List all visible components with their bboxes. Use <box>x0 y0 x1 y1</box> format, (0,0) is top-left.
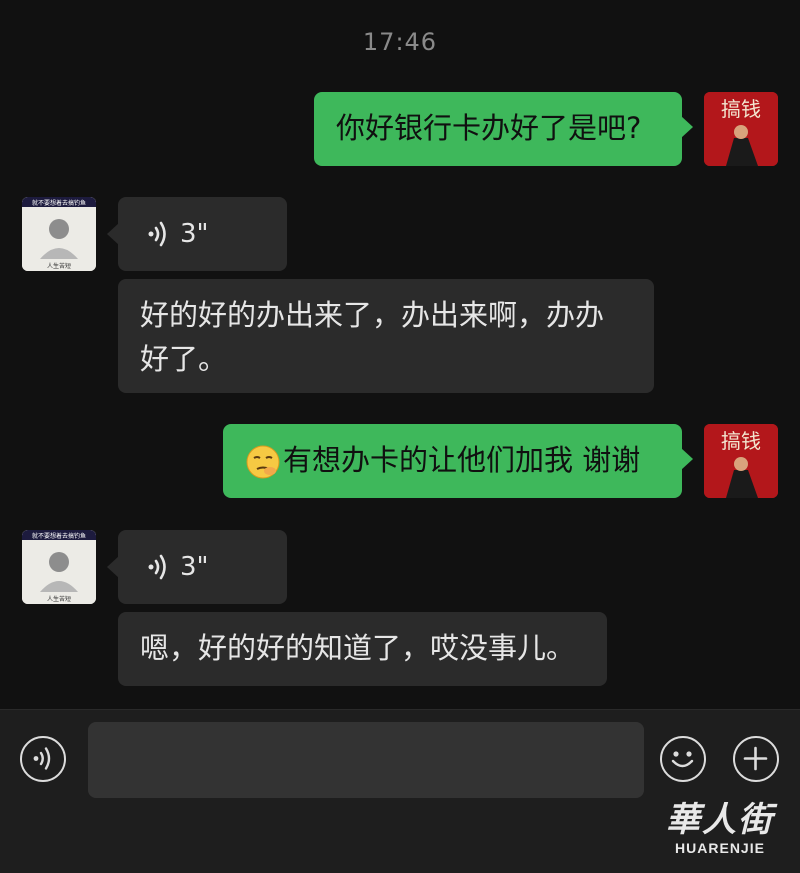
more-button[interactable] <box>733 736 779 782</box>
contact-avatar-image: 就不要想着去搞钓鱼 人生苦短 <box>22 197 96 271</box>
voice-message-bubble[interactable]: 3" <box>107 530 287 604</box>
voice-duration: 3" <box>180 552 209 582</box>
watermark-cn: 華人街 <box>666 800 774 840</box>
voice-message-bubble[interactable]: 3" <box>107 197 287 271</box>
my-avatar[interactable]: 搞钱 <box>704 424 778 498</box>
voice-toggle-icon <box>33 747 51 770</box>
voice-duration: 3" <box>180 219 209 249</box>
voice-wave-icon <box>148 221 166 247</box>
message-text: 好的好的办出来了，办出来啊，办办好了。 <box>140 298 605 376</box>
my-avatar-image: 搞钱 <box>704 92 778 166</box>
message-timestamp: 17:46 <box>362 28 438 56</box>
received-message-bubble[interactable]: 好的好的办出来了，办出来啊，办办好了。 <box>118 279 654 393</box>
avatar-caption-top: 就不要想着去搞钓鱼 <box>32 199 86 207</box>
message-text: 嗯，好的好的知道了，哎没事儿。 <box>140 631 576 665</box>
received-message-bubble[interactable]: 嗯，好的好的知道了，哎没事儿。 <box>118 612 607 686</box>
message-text: 你好银行卡办好了是吧? <box>336 111 642 145</box>
avatar-caption-bottom: 人生苦短 <box>47 262 71 270</box>
contact-avatar-image: 就不要想着去搞钓鱼 人生苦短 <box>22 530 96 604</box>
my-avatar-image: 搞钱 <box>704 424 778 498</box>
sent-message-bubble[interactable]: 有想办卡的让他们加我 谢谢 <box>223 424 693 498</box>
sent-message-bubble[interactable]: 你好银行卡办好了是吧? <box>314 92 693 166</box>
emoji-face-icon <box>671 751 694 768</box>
my-avatar-text: 搞钱 <box>721 97 761 121</box>
plus-icon <box>743 746 768 771</box>
message-text: 有想办卡的让他们加我 谢谢 <box>283 443 641 477</box>
my-avatar[interactable]: 搞钱 <box>704 92 778 166</box>
avatar-caption-top: 就不要想着去搞钓鱼 <box>32 532 86 540</box>
message-input[interactable] <box>88 722 644 798</box>
watermark: 華人街 HUARENJIE <box>640 800 800 872</box>
contact-avatar[interactable]: 就不要想着去搞钓鱼 人生苦短 <box>22 530 96 604</box>
smirk-hand-emoji-icon <box>246 445 280 479</box>
emoji-button[interactable] <box>660 736 706 782</box>
voice-wave-icon <box>148 554 166 580</box>
my-avatar-text: 搞钱 <box>721 429 761 453</box>
watermark-en: HUARENJIE <box>675 840 765 856</box>
avatar-caption-bottom: 人生苦短 <box>47 595 71 603</box>
voice-toggle-button[interactable] <box>20 736 66 782</box>
contact-avatar[interactable]: 就不要想着去搞钓鱼 人生苦短 <box>22 197 96 271</box>
